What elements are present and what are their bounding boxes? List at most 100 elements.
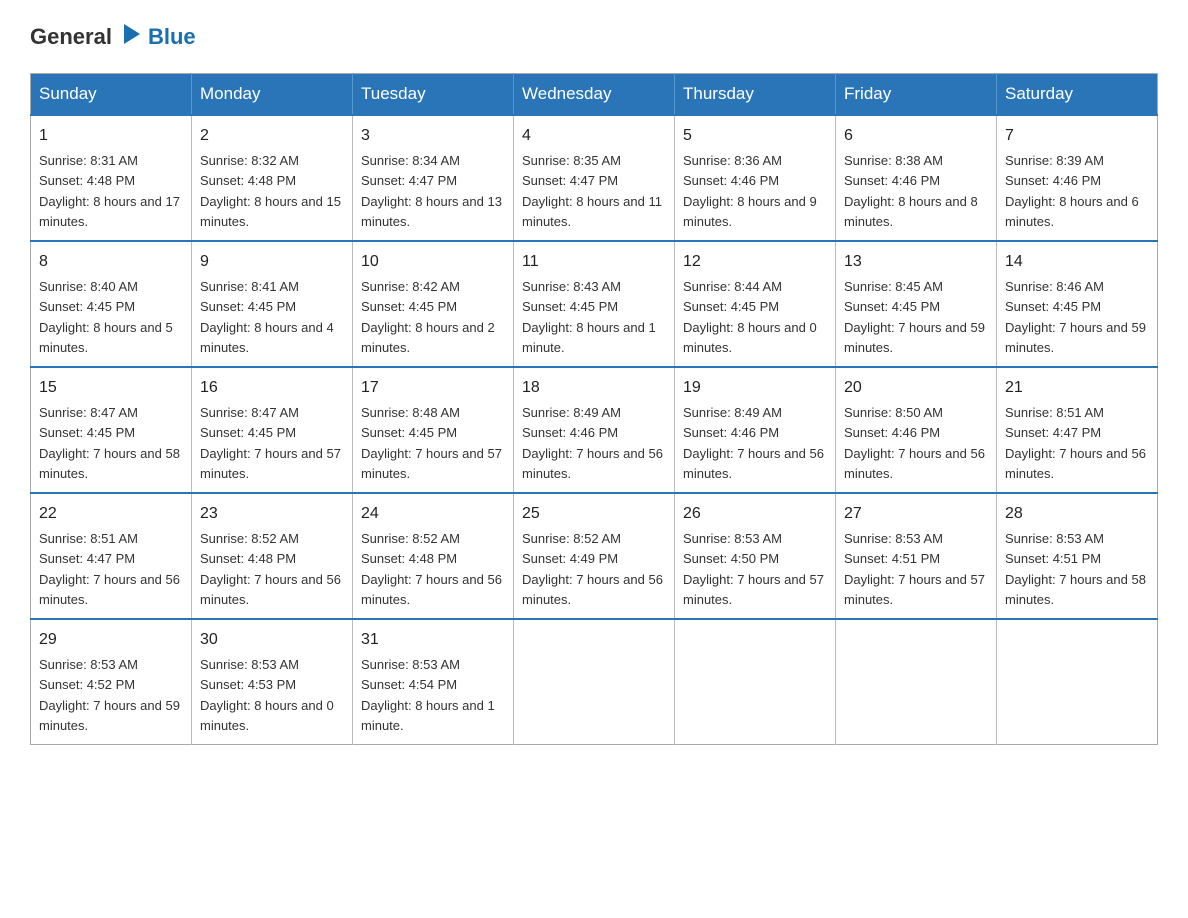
day-info: Sunrise: 8:51 AMSunset: 4:47 PMDaylight:… bbox=[1005, 405, 1146, 481]
page-header: General Blue bbox=[30, 20, 1158, 53]
calendar-cell: 8 Sunrise: 8:40 AMSunset: 4:45 PMDayligh… bbox=[31, 241, 192, 367]
day-info: Sunrise: 8:53 AMSunset: 4:52 PMDaylight:… bbox=[39, 657, 180, 733]
day-number: 8 bbox=[39, 250, 183, 274]
day-info: Sunrise: 8:38 AMSunset: 4:46 PMDaylight:… bbox=[844, 153, 978, 229]
calendar-week-row: 22 Sunrise: 8:51 AMSunset: 4:47 PMDaylig… bbox=[31, 493, 1158, 619]
day-info: Sunrise: 8:45 AMSunset: 4:45 PMDaylight:… bbox=[844, 279, 985, 355]
day-number: 3 bbox=[361, 124, 505, 148]
day-info: Sunrise: 8:40 AMSunset: 4:45 PMDaylight:… bbox=[39, 279, 173, 355]
calendar-cell: 2 Sunrise: 8:32 AMSunset: 4:48 PMDayligh… bbox=[192, 115, 353, 241]
day-number: 20 bbox=[844, 376, 988, 400]
calendar-header-friday: Friday bbox=[836, 74, 997, 116]
day-info: Sunrise: 8:44 AMSunset: 4:45 PMDaylight:… bbox=[683, 279, 817, 355]
logo-general-text: General bbox=[30, 24, 112, 50]
day-info: Sunrise: 8:35 AMSunset: 4:47 PMDaylight:… bbox=[522, 153, 662, 229]
day-number: 4 bbox=[522, 124, 666, 148]
calendar-cell: 3 Sunrise: 8:34 AMSunset: 4:47 PMDayligh… bbox=[353, 115, 514, 241]
day-number: 6 bbox=[844, 124, 988, 148]
calendar-cell: 4 Sunrise: 8:35 AMSunset: 4:47 PMDayligh… bbox=[514, 115, 675, 241]
day-info: Sunrise: 8:52 AMSunset: 4:48 PMDaylight:… bbox=[361, 531, 502, 607]
calendar-cell bbox=[514, 619, 675, 745]
day-info: Sunrise: 8:49 AMSunset: 4:46 PMDaylight:… bbox=[683, 405, 824, 481]
day-number: 26 bbox=[683, 502, 827, 526]
day-info: Sunrise: 8:52 AMSunset: 4:48 PMDaylight:… bbox=[200, 531, 341, 607]
logo: General Blue bbox=[30, 20, 196, 53]
day-info: Sunrise: 8:36 AMSunset: 4:46 PMDaylight:… bbox=[683, 153, 817, 229]
day-info: Sunrise: 8:34 AMSunset: 4:47 PMDaylight:… bbox=[361, 153, 502, 229]
calendar-header-wednesday: Wednesday bbox=[514, 74, 675, 116]
day-number: 9 bbox=[200, 250, 344, 274]
calendar-cell bbox=[675, 619, 836, 745]
calendar-header-monday: Monday bbox=[192, 74, 353, 116]
day-info: Sunrise: 8:51 AMSunset: 4:47 PMDaylight:… bbox=[39, 531, 180, 607]
calendar-cell: 28 Sunrise: 8:53 AMSunset: 4:51 PMDaylig… bbox=[997, 493, 1158, 619]
day-number: 15 bbox=[39, 376, 183, 400]
day-number: 18 bbox=[522, 376, 666, 400]
day-number: 24 bbox=[361, 502, 505, 526]
calendar-cell: 15 Sunrise: 8:47 AMSunset: 4:45 PMDaylig… bbox=[31, 367, 192, 493]
calendar-cell: 10 Sunrise: 8:42 AMSunset: 4:45 PMDaylig… bbox=[353, 241, 514, 367]
day-number: 5 bbox=[683, 124, 827, 148]
calendar-cell: 31 Sunrise: 8:53 AMSunset: 4:54 PMDaylig… bbox=[353, 619, 514, 745]
calendar-cell: 1 Sunrise: 8:31 AMSunset: 4:48 PMDayligh… bbox=[31, 115, 192, 241]
calendar-cell: 20 Sunrise: 8:50 AMSunset: 4:46 PMDaylig… bbox=[836, 367, 997, 493]
calendar-cell: 22 Sunrise: 8:51 AMSunset: 4:47 PMDaylig… bbox=[31, 493, 192, 619]
calendar-cell: 23 Sunrise: 8:52 AMSunset: 4:48 PMDaylig… bbox=[192, 493, 353, 619]
day-number: 28 bbox=[1005, 502, 1149, 526]
calendar-cell: 6 Sunrise: 8:38 AMSunset: 4:46 PMDayligh… bbox=[836, 115, 997, 241]
calendar-cell: 21 Sunrise: 8:51 AMSunset: 4:47 PMDaylig… bbox=[997, 367, 1158, 493]
calendar-cell: 9 Sunrise: 8:41 AMSunset: 4:45 PMDayligh… bbox=[192, 241, 353, 367]
day-number: 14 bbox=[1005, 250, 1149, 274]
calendar-header-row: SundayMondayTuesdayWednesdayThursdayFrid… bbox=[31, 74, 1158, 116]
calendar-cell: 18 Sunrise: 8:49 AMSunset: 4:46 PMDaylig… bbox=[514, 367, 675, 493]
day-info: Sunrise: 8:53 AMSunset: 4:54 PMDaylight:… bbox=[361, 657, 495, 733]
calendar-cell: 29 Sunrise: 8:53 AMSunset: 4:52 PMDaylig… bbox=[31, 619, 192, 745]
day-number: 19 bbox=[683, 376, 827, 400]
day-info: Sunrise: 8:53 AMSunset: 4:51 PMDaylight:… bbox=[844, 531, 985, 607]
day-number: 27 bbox=[844, 502, 988, 526]
day-info: Sunrise: 8:49 AMSunset: 4:46 PMDaylight:… bbox=[522, 405, 663, 481]
day-number: 22 bbox=[39, 502, 183, 526]
calendar-week-row: 1 Sunrise: 8:31 AMSunset: 4:48 PMDayligh… bbox=[31, 115, 1158, 241]
day-info: Sunrise: 8:41 AMSunset: 4:45 PMDaylight:… bbox=[200, 279, 334, 355]
day-number: 31 bbox=[361, 628, 505, 652]
day-number: 10 bbox=[361, 250, 505, 274]
calendar-header-sunday: Sunday bbox=[31, 74, 192, 116]
calendar-cell bbox=[997, 619, 1158, 745]
day-info: Sunrise: 8:39 AMSunset: 4:46 PMDaylight:… bbox=[1005, 153, 1139, 229]
calendar-cell: 30 Sunrise: 8:53 AMSunset: 4:53 PMDaylig… bbox=[192, 619, 353, 745]
day-info: Sunrise: 8:32 AMSunset: 4:48 PMDaylight:… bbox=[200, 153, 341, 229]
day-number: 29 bbox=[39, 628, 183, 652]
calendar-cell: 26 Sunrise: 8:53 AMSunset: 4:50 PMDaylig… bbox=[675, 493, 836, 619]
calendar-cell: 16 Sunrise: 8:47 AMSunset: 4:45 PMDaylig… bbox=[192, 367, 353, 493]
day-number: 7 bbox=[1005, 124, 1149, 148]
day-number: 11 bbox=[522, 250, 666, 274]
logo-arrow-icon bbox=[116, 20, 144, 53]
calendar-table: SundayMondayTuesdayWednesdayThursdayFrid… bbox=[30, 73, 1158, 745]
calendar-cell: 7 Sunrise: 8:39 AMSunset: 4:46 PMDayligh… bbox=[997, 115, 1158, 241]
day-info: Sunrise: 8:43 AMSunset: 4:45 PMDaylight:… bbox=[522, 279, 656, 355]
day-info: Sunrise: 8:48 AMSunset: 4:45 PMDaylight:… bbox=[361, 405, 502, 481]
day-number: 13 bbox=[844, 250, 988, 274]
calendar-cell bbox=[836, 619, 997, 745]
day-number: 23 bbox=[200, 502, 344, 526]
calendar-cell: 12 Sunrise: 8:44 AMSunset: 4:45 PMDaylig… bbox=[675, 241, 836, 367]
day-info: Sunrise: 8:31 AMSunset: 4:48 PMDaylight:… bbox=[39, 153, 180, 229]
logo-blue-text: Blue bbox=[148, 24, 196, 50]
day-number: 21 bbox=[1005, 376, 1149, 400]
day-info: Sunrise: 8:42 AMSunset: 4:45 PMDaylight:… bbox=[361, 279, 495, 355]
day-info: Sunrise: 8:53 AMSunset: 4:50 PMDaylight:… bbox=[683, 531, 824, 607]
calendar-cell: 14 Sunrise: 8:46 AMSunset: 4:45 PMDaylig… bbox=[997, 241, 1158, 367]
calendar-cell: 27 Sunrise: 8:53 AMSunset: 4:51 PMDaylig… bbox=[836, 493, 997, 619]
day-number: 12 bbox=[683, 250, 827, 274]
calendar-cell: 24 Sunrise: 8:52 AMSunset: 4:48 PMDaylig… bbox=[353, 493, 514, 619]
day-info: Sunrise: 8:46 AMSunset: 4:45 PMDaylight:… bbox=[1005, 279, 1146, 355]
day-info: Sunrise: 8:50 AMSunset: 4:46 PMDaylight:… bbox=[844, 405, 985, 481]
calendar-week-row: 8 Sunrise: 8:40 AMSunset: 4:45 PMDayligh… bbox=[31, 241, 1158, 367]
day-number: 17 bbox=[361, 376, 505, 400]
day-number: 25 bbox=[522, 502, 666, 526]
day-info: Sunrise: 8:47 AMSunset: 4:45 PMDaylight:… bbox=[39, 405, 180, 481]
calendar-cell: 13 Sunrise: 8:45 AMSunset: 4:45 PMDaylig… bbox=[836, 241, 997, 367]
calendar-week-row: 29 Sunrise: 8:53 AMSunset: 4:52 PMDaylig… bbox=[31, 619, 1158, 745]
day-number: 30 bbox=[200, 628, 344, 652]
